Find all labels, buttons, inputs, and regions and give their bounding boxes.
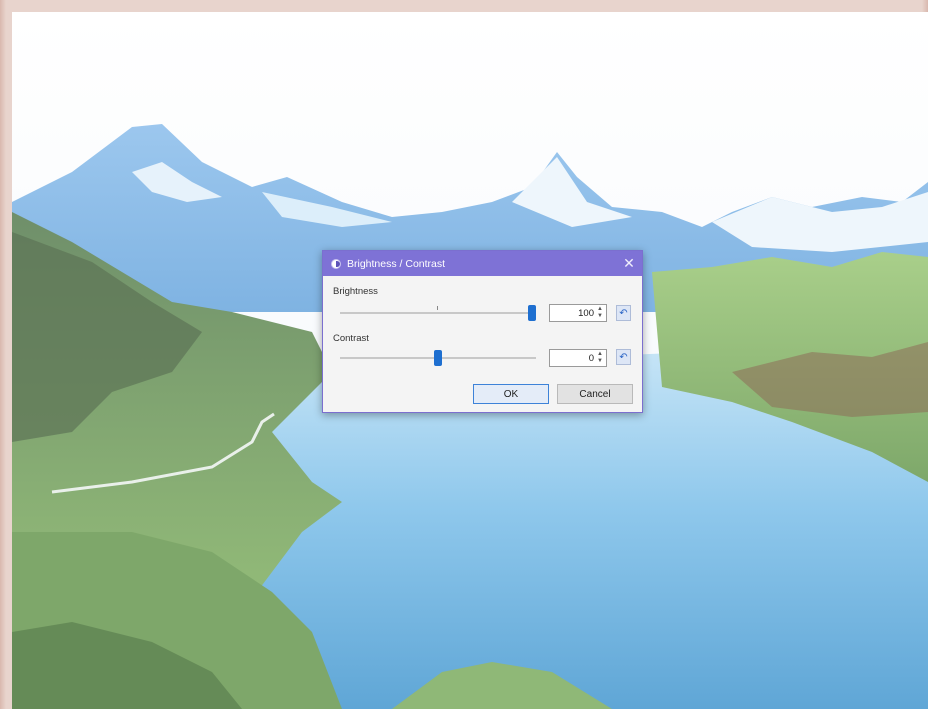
brightness-spinner[interactable]: ▲ ▼ (596, 306, 604, 320)
brightness-slider-tick (437, 306, 438, 310)
spin-up-icon[interactable]: ▲ (596, 306, 604, 313)
contrast-value: 0 (588, 352, 594, 364)
brightness-value: 100 (578, 307, 594, 319)
brightness-slider-thumb[interactable] (528, 305, 536, 321)
spin-up-icon[interactable]: ▲ (596, 351, 604, 358)
contrast-spinner[interactable]: ▲ ▼ (596, 351, 604, 365)
reset-icon: ↶ (619, 351, 628, 363)
contrast-value-field[interactable]: 0 ▲ ▼ (549, 349, 607, 367)
ok-button[interactable]: OK (473, 384, 549, 404)
brightness-reset-button[interactable]: ↶ (616, 305, 631, 321)
brightness-contrast-dialog: Brightness / Contrast ✕ Brightness 100 ▲… (322, 250, 643, 413)
dialog-titlebar[interactable]: Brightness / Contrast ✕ (323, 251, 642, 276)
reset-icon: ↶ (619, 307, 628, 319)
spin-down-icon[interactable]: ▼ (596, 313, 604, 320)
cancel-button[interactable]: Cancel (557, 384, 633, 404)
dialog-title: Brightness / Contrast (347, 257, 446, 270)
close-icon: ✕ (623, 255, 635, 271)
brightness-value-field[interactable]: 100 ▲ ▼ (549, 304, 607, 322)
brightness-contrast-icon (331, 258, 341, 269)
contrast-slider-thumb[interactable] (434, 350, 442, 366)
brightness-slider-track[interactable] (340, 306, 536, 314)
brightness-label: Brightness (333, 286, 378, 297)
spin-down-icon[interactable]: ▼ (596, 358, 604, 365)
contrast-reset-button[interactable]: ↶ (616, 349, 631, 365)
close-button[interactable]: ✕ (616, 251, 642, 276)
contrast-label: Contrast (333, 333, 369, 344)
